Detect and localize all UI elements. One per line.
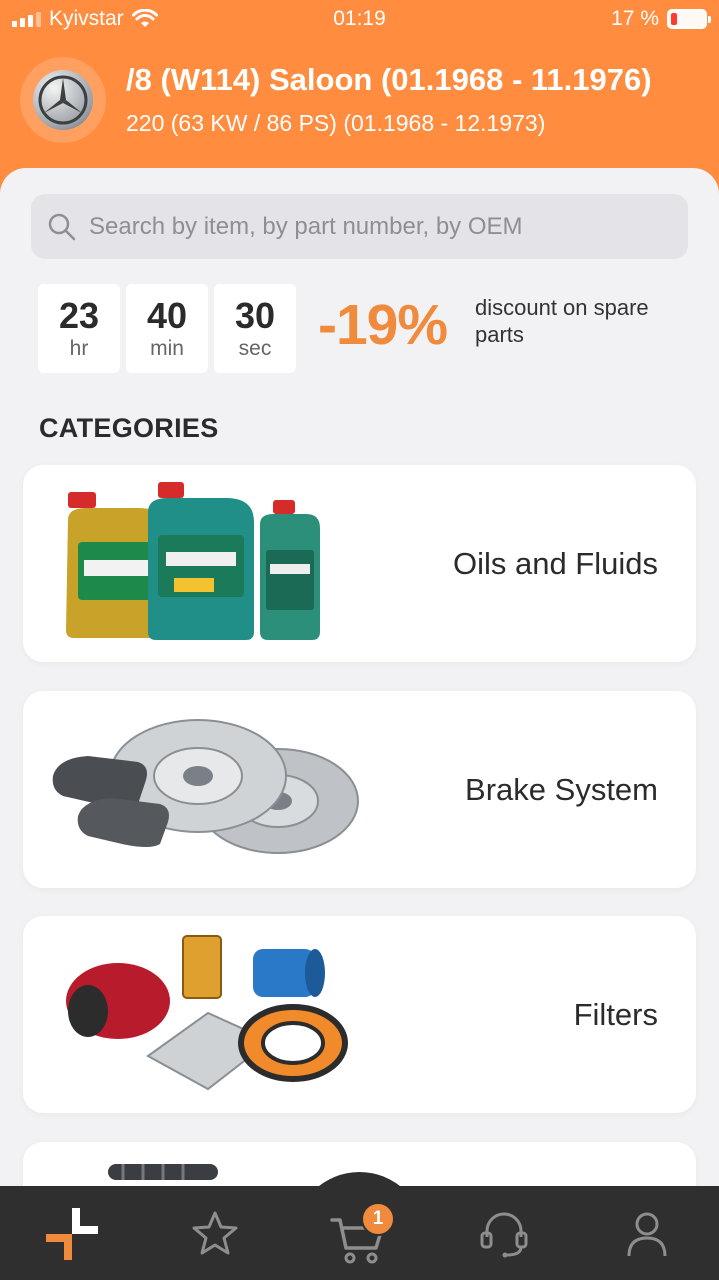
discount-percent: -19% [318,293,448,357]
battery-info: 17 % [611,7,711,31]
star-icon [192,1211,238,1255]
battery-percent: 17 % [611,7,659,30]
status-bar: Kyivstar 01:19 17 % [0,0,719,40]
category-card-filters[interactable]: Filters [23,916,696,1113]
timer-hours: 23 hr [38,284,120,373]
timer-seconds-unit: sec [238,336,272,360]
home-icon [46,1208,98,1260]
part-image-icon [108,1164,218,1180]
timer-seconds: 30 sec [214,284,296,373]
nav-favorites[interactable] [187,1206,243,1262]
vehicle-subtitle: 220 (63 KW / 86 PS) (01.1968 - 12.1973) [126,110,546,136]
search-input[interactable] [89,212,669,241]
category-label-brakes: Brake System [465,771,658,807]
battery-icon [667,9,711,29]
profile-icon [627,1212,667,1257]
timer-minutes-value: 40 [146,294,188,336]
discount-description: discount on spare parts [475,295,649,347]
nav-home[interactable] [44,1206,100,1262]
category-label-oils: Oils and Fluids [452,545,658,581]
category-card-oils[interactable]: Oils and Fluids [23,465,696,662]
main-content: 23 hr 40 min 30 sec -19% discount on spa… [0,168,719,1280]
support-icon [480,1212,528,1258]
category-label-filters: Filters [573,996,658,1032]
timer-seconds-value: 30 [234,294,276,336]
vehicle-header[interactable]: /8 (W114) Saloon (01.1968 - 11.1976) 220… [0,55,719,165]
filters-icon [66,935,348,1091]
vehicle-title: /8 (W114) Saloon (01.1968 - 11.1976) [126,62,652,97]
timer-minutes: 40 min [126,284,208,373]
timer-hours-value: 23 [58,294,100,336]
category-card-brakes[interactable]: Brake System [23,691,696,888]
nav-profile[interactable] [619,1206,675,1262]
timer-minutes-unit: min [150,336,184,360]
cart-badge: 1 [361,1202,395,1236]
categories-heading: CATEGORIES [39,413,219,443]
car-brand-logo [20,57,106,143]
nav-support[interactable] [476,1206,532,1262]
oil-bottles-icon [66,482,320,640]
countdown-timer: 23 hr 40 min 30 sec [38,284,296,373]
search-icon [48,213,76,240]
brake-discs-icon [52,719,359,854]
timer-hours-unit: hr [69,336,89,360]
mercedes-logo-icon [38,75,88,125]
search-bar[interactable] [31,194,688,259]
